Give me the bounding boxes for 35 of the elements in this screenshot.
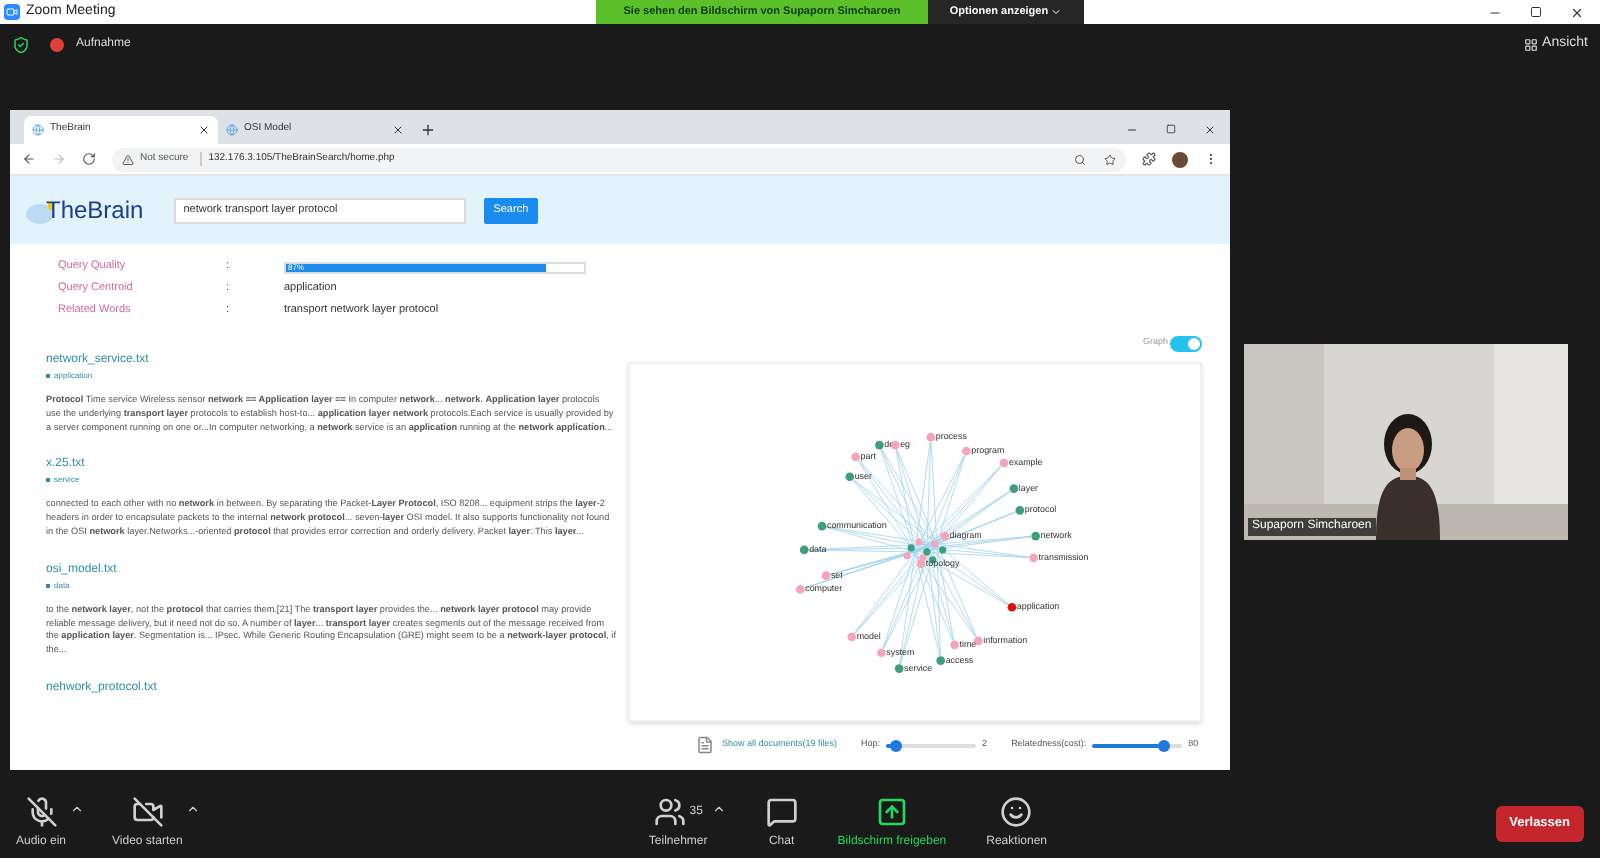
close-icon[interactable]	[1570, 5, 1584, 19]
caret-icon[interactable]	[711, 802, 726, 816]
caret-icon[interactable]	[186, 802, 201, 816]
tab-favicon-icon	[226, 124, 238, 136]
maximize-icon[interactable]	[1530, 6, 1542, 18]
documents-icon	[696, 736, 714, 754]
new-tab-icon[interactable]	[420, 122, 436, 138]
warning-icon	[122, 153, 134, 165]
slider-thumb[interactable]	[889, 739, 902, 751]
close-tab-icon[interactable]	[198, 124, 210, 136]
tab-favicon-icon	[32, 124, 44, 136]
zoom-lens-icon[interactable]	[1074, 153, 1086, 165]
shield-icon	[12, 35, 30, 53]
smiley-icon	[1000, 796, 1033, 828]
muted-mic-icon	[25, 796, 58, 828]
close-icon[interactable]	[1204, 124, 1216, 136]
share-screen-icon	[875, 796, 908, 828]
people-icon	[653, 796, 686, 828]
minimize-icon[interactable]	[1126, 124, 1138, 136]
menu-icon[interactable]	[1204, 152, 1218, 166]
chat-icon	[765, 796, 798, 828]
video-off-icon	[131, 796, 164, 828]
app-logo: TheBrain	[46, 194, 144, 228]
bookmark-star-icon[interactable]	[1104, 153, 1116, 165]
close-tab-icon[interactable]	[392, 124, 404, 136]
grid-icon	[1524, 37, 1539, 51]
extensions-icon[interactable]	[1142, 152, 1156, 166]
back-icon[interactable]	[22, 152, 36, 166]
record-icon	[50, 37, 64, 51]
caret-icon[interactable]	[70, 802, 85, 816]
caret-icon	[1050, 6, 1063, 18]
graph-toggle[interactable]	[1170, 335, 1202, 351]
profile-avatar-icon[interactable]	[1172, 151, 1188, 167]
reload-icon[interactable]	[82, 152, 96, 166]
slider-thumb[interactable]	[1158, 739, 1171, 751]
